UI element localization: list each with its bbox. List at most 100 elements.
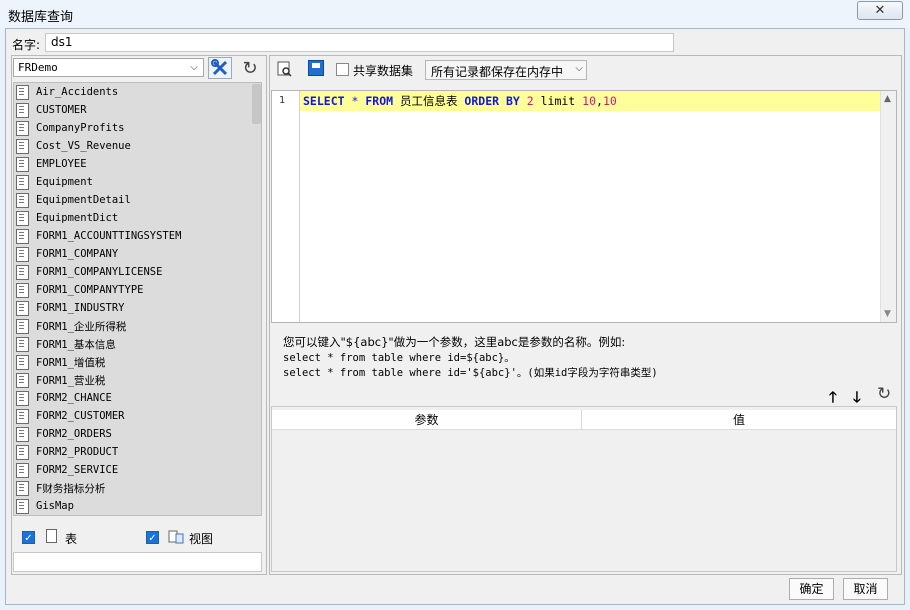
table-list-item[interactable]: FORM1_ACCOUNTTINGSYSTEM	[16, 227, 181, 245]
table-name: FORM1_COMPANY	[36, 248, 119, 260]
table-icon	[16, 138, 29, 154]
show-views-checkbox[interactable]: ✓	[146, 531, 159, 544]
table-icon	[16, 282, 29, 298]
table-list-item[interactable]: Air_Accidents	[16, 83, 118, 101]
window-title: 数据库查询	[8, 10, 74, 25]
table-list-item[interactable]: EMPLOYEE	[16, 155, 87, 173]
table-list-item[interactable]: FORM1_COMPANYTYPE	[16, 281, 143, 299]
view-icon	[168, 530, 184, 544]
scroll-up-icon[interactable]: ▲	[884, 94, 891, 104]
table-name: FORM2_SERVICE	[36, 464, 119, 476]
table-list[interactable]: Air_Accidents CUSTOMER CompanyProfits Cost_…	[13, 82, 262, 516]
table-list-item[interactable]: FORM1_企业所得税	[16, 317, 126, 335]
table-icon	[16, 354, 29, 370]
column-header-value[interactable]: 值	[583, 410, 895, 430]
cancel-button[interactable]: 取消	[843, 578, 888, 600]
name-input[interactable]: ds1	[45, 33, 674, 52]
show-tables-label: 表	[65, 532, 78, 546]
column-header-parameter[interactable]: 参数	[272, 410, 582, 430]
sql-token: 员工信息表	[393, 94, 465, 108]
table-name: EMPLOYEE	[36, 158, 87, 170]
parameter-hint-line2: select * from table where id=${abc}。	[283, 352, 515, 364]
table-icon	[16, 210, 29, 226]
chevron-down-icon: ⌵	[575, 63, 583, 74]
sql-editor-scrollbar[interactable]: ▲ ▼	[880, 91, 896, 322]
table-list-item[interactable]: CompanyProfits	[16, 119, 125, 137]
sql-editor[interactable]	[271, 90, 897, 323]
table-icon	[16, 390, 29, 406]
refresh-parameters-button[interactable]: ↻	[877, 384, 891, 404]
table-icon	[16, 102, 29, 118]
table-list-item[interactable]: Equipment	[16, 173, 93, 191]
table-name: GisMap	[36, 500, 74, 512]
table-icon	[16, 462, 29, 478]
table-list-item[interactable]: FORM1_INDUSTRY	[16, 299, 125, 317]
table-list-item[interactable]: FORM2_PRODUCT	[16, 443, 118, 461]
sql-query-text[interactable]: SELECT * FROM 员工信息表 ORDER BY 2 limit 10,…	[303, 93, 617, 109]
table-icon	[16, 156, 29, 172]
table-icon	[16, 84, 29, 100]
table-list-item[interactable]: CUSTOMER	[16, 101, 87, 119]
table-icon	[16, 444, 29, 460]
chevron-down-icon: ⌵	[190, 62, 198, 73]
ok-button[interactable]: 确定	[789, 578, 834, 600]
memory-mode-value: 所有记录都保存在内存中	[431, 65, 564, 79]
parameter-table[interactable]	[271, 406, 897, 572]
table-list-item[interactable]: FORM2_CUSTOMER	[16, 407, 125, 425]
table-icon	[16, 408, 29, 424]
table-list-item[interactable]: FORM2_SERVICE	[16, 461, 118, 479]
refresh-tables-button[interactable]: ↻	[238, 57, 262, 79]
table-list-item[interactable]: FORM1_COMPANY	[16, 245, 118, 263]
table-list-item[interactable]: FORM1_COMPANYLICENSE	[16, 263, 162, 281]
table-list-item[interactable]: EquipmentDetail	[16, 191, 131, 209]
table-name: EquipmentDict	[36, 212, 119, 224]
table-name: FORM1_COMPANYTYPE	[36, 284, 144, 296]
show-tables-checkbox[interactable]: ✓	[22, 531, 35, 544]
save-icon[interactable]	[308, 60, 324, 76]
table-list-item[interactable]: FORM1_营业税	[16, 371, 105, 389]
table-name: FORM1_基本信息	[36, 338, 116, 351]
table-name: FORM1_ACCOUNTTINGSYSTEM	[36, 230, 182, 242]
table-list-item[interactable]: F财务指标分析	[16, 479, 105, 497]
close-icon: ✕	[874, 3, 886, 18]
share-dataset-label: 共享数据集	[353, 64, 414, 78]
table-icon	[16, 480, 29, 496]
sql-token: FROM	[365, 94, 394, 108]
table-list-item[interactable]: Cost_VS_Revenue	[16, 137, 131, 155]
table-name: Cost_VS_Revenue	[36, 140, 131, 152]
sql-token: 2	[526, 94, 534, 108]
table-name: FORM1_企业所得税	[36, 320, 127, 333]
preview-icon[interactable]	[276, 60, 294, 78]
table-icon	[16, 228, 29, 244]
sql-token: limit	[533, 94, 583, 108]
table-name: F财务指标分析	[36, 482, 106, 495]
sql-token: 10	[582, 94, 597, 108]
table-icon	[16, 120, 29, 136]
name-label: 名字:	[12, 38, 41, 52]
sql-token: 10	[602, 94, 617, 108]
table-list-item[interactable]: GisMap	[16, 497, 74, 515]
table-list-item[interactable]: FORM2_CHANCE	[16, 389, 112, 407]
table-search-input[interactable]	[13, 552, 262, 572]
table-icon	[16, 246, 29, 262]
table-name: EquipmentDetail	[36, 194, 131, 206]
table-list-item[interactable]: EquipmentDict	[16, 209, 118, 227]
memory-mode-select[interactable]: 所有记录都保存在内存中 ⌵	[425, 60, 587, 80]
share-dataset-checkbox[interactable]	[336, 63, 349, 76]
table-name: Equipment	[36, 176, 93, 188]
table-list-scrollbar[interactable]	[252, 84, 261, 124]
table-name: FORM1_COMPANYLICENSE	[36, 266, 163, 278]
table-list-item[interactable]: FORM2_ORDERS	[16, 425, 112, 443]
datasource-select[interactable]: FRDemo ⌵	[13, 58, 204, 77]
sql-token: SELECT	[303, 94, 345, 108]
table-icon	[16, 498, 29, 514]
table-list-item[interactable]: FORM1_基本信息	[16, 335, 116, 353]
table-name: FORM2_PRODUCT	[36, 446, 119, 458]
table-list-item[interactable]: FORM1_增值税	[16, 353, 105, 371]
scroll-down-icon[interactable]: ▼	[884, 309, 891, 319]
close-button[interactable]: ✕	[857, 1, 903, 20]
table-icon	[16, 192, 29, 208]
line-number: 1	[279, 95, 286, 106]
table-icon	[16, 264, 29, 280]
edit-connection-button[interactable]	[208, 57, 232, 79]
